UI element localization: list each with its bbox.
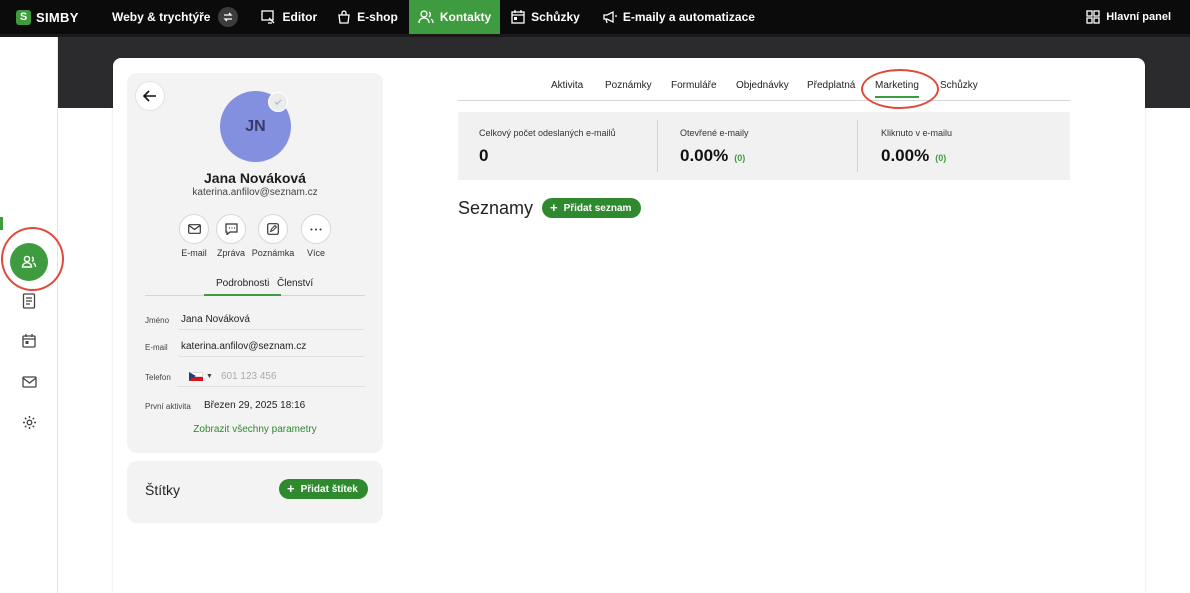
nav-contacts[interactable]: Kontakty: [408, 0, 501, 34]
tab-details[interactable]: Podrobnosti: [204, 278, 282, 296]
tab-membership[interactable]: Členství: [277, 278, 313, 289]
calendar-icon: [22, 334, 36, 348]
more-icon: [310, 228, 322, 230]
first-activity-label: První aktivita: [145, 402, 191, 411]
tab-meetings[interactable]: Schůzky: [940, 80, 978, 91]
stat-label: Kliknuto v e-mailu: [881, 128, 953, 138]
nav-label: E-shop: [357, 10, 398, 24]
sidebar-item-documents[interactable]: [20, 292, 38, 310]
stat-label: Celkový počet odeslaných e-mailů: [479, 128, 616, 138]
simby-logo[interactable]: S SIMBY: [16, 9, 88, 25]
megaphone-icon: [603, 10, 617, 24]
tab-subscriptions[interactable]: Předplatná: [807, 80, 855, 91]
profile-tabs: Podrobnosti Členství: [145, 274, 365, 296]
users-icon: [418, 10, 434, 24]
add-tag-button[interactable]: + Přidat štítek: [279, 479, 368, 499]
phone-placeholder: 601 123 456: [220, 371, 277, 382]
plus-icon: +: [550, 200, 558, 215]
name-label: Jméno: [145, 316, 170, 325]
tags-title: Štítky: [145, 482, 181, 498]
divider: [657, 120, 658, 172]
note-icon: [267, 223, 279, 235]
tab-forms[interactable]: Formuláře: [671, 80, 717, 91]
contact-tabs: Aktivita Poznámky Formuláře Objednávky P…: [458, 76, 1070, 101]
nav-label: E-maily a automatizace: [622, 10, 755, 24]
stat-label: Otevřené e-maily: [680, 128, 749, 138]
calendar-icon: [511, 10, 525, 24]
tab-notes[interactable]: Poznámky: [605, 80, 652, 91]
action-label: Více: [306, 248, 325, 258]
annotation-circle: [861, 69, 939, 109]
message-icon: [224, 223, 238, 235]
left-sidebar: [0, 37, 58, 593]
mail-icon: [21, 376, 37, 388]
nav-emails-automation[interactable]: E-maily a automatizace: [593, 0, 764, 34]
stat-percent: 0.00%: [680, 146, 729, 165]
lists-title: Seznamy: [458, 198, 534, 218]
stat-value: 0: [479, 146, 489, 165]
email-field[interactable]: katerina.anfilov@seznam.cz: [177, 337, 365, 357]
stat-value: 0.00% (0): [881, 146, 946, 166]
nav-label: Editor: [282, 10, 318, 24]
stat-count: (0): [935, 153, 947, 163]
editor-icon: [261, 10, 275, 24]
top-navigation-bar: S SIMBY Weby & trychtýře Editor E-shop K…: [0, 0, 1190, 34]
arrow-left-icon: [143, 90, 156, 102]
nav-label: Schůzky: [531, 10, 580, 24]
email-stats-panel: Celkový počet odeslaných e-mailů 0 Otevř…: [458, 112, 1070, 180]
add-list-button[interactable]: + Přidat seznam: [542, 198, 642, 218]
dashboard-label: Hlavní panel: [1106, 11, 1171, 23]
tags-panel: Štítky + Přidat štítek: [127, 461, 383, 523]
back-button[interactable]: [135, 81, 165, 111]
email-label: E-mail: [145, 343, 168, 352]
stat-value: 0.00% (0): [680, 146, 745, 166]
add-list-label: Přidat seznam: [563, 202, 632, 214]
profile-panel: JN Jana Nováková katerina.anfilov@seznam…: [127, 73, 383, 453]
dashboard-icon: [1086, 10, 1100, 24]
nav-editor[interactable]: Editor: [252, 0, 326, 34]
logo-badge: S: [16, 9, 31, 25]
sidebar-item-calendar[interactable]: [20, 332, 38, 350]
show-all-parameters-link[interactable]: Zobrazit všechny parametry: [127, 424, 383, 435]
nav-label: Kontakty: [439, 10, 492, 24]
swap-icon[interactable]: [218, 7, 239, 27]
gear-icon: [22, 415, 36, 429]
divider: [857, 120, 858, 172]
annotation-circle: [1, 227, 64, 291]
sidebar-item-mail[interactable]: [20, 373, 38, 391]
avatar-initials: JN: [245, 117, 266, 135]
plus-icon: +: [287, 481, 295, 496]
nav-eshop[interactable]: E-shop: [328, 0, 407, 34]
stat-count: (0): [734, 153, 746, 163]
name-field[interactable]: Jana Nováková: [177, 310, 365, 330]
sidebar-marker: [0, 217, 3, 230]
czech-flag-icon[interactable]: [189, 372, 203, 381]
nav-webs-funnels[interactable]: Weby & trychtýře: [88, 0, 219, 34]
nav-meetings[interactable]: Schůzky: [502, 0, 589, 34]
first-activity-value: Březen 29, 2025 18:16: [204, 400, 306, 411]
document-icon: [22, 293, 36, 309]
verified-badge-icon: [268, 92, 288, 112]
action-more[interactable]: Více: [289, 214, 343, 258]
logo-text: SIMBY: [36, 9, 79, 25]
tab-orders[interactable]: Objednávky: [736, 80, 789, 91]
add-tag-label: Přidat štítek: [300, 483, 358, 495]
stat-percent: 0.00%: [881, 146, 930, 165]
contact-name: Jana Nováková: [204, 170, 306, 186]
sidebar-item-settings[interactable]: [20, 413, 38, 431]
nav-label: Weby & trychtýře: [112, 10, 211, 24]
chevron-down-icon[interactable]: ▼: [206, 373, 213, 380]
dashboard-link[interactable]: Hlavní panel: [1086, 0, 1171, 34]
shopping-bag-icon: [338, 10, 350, 24]
phone-label: Telefon: [145, 373, 171, 382]
phone-field[interactable]: ▼ 601 123 456: [177, 367, 365, 387]
tab-activity[interactable]: Aktivita: [551, 80, 583, 91]
mail-icon: [187, 224, 201, 234]
contact-email: katerina.anfilov@seznam.cz: [192, 187, 318, 198]
